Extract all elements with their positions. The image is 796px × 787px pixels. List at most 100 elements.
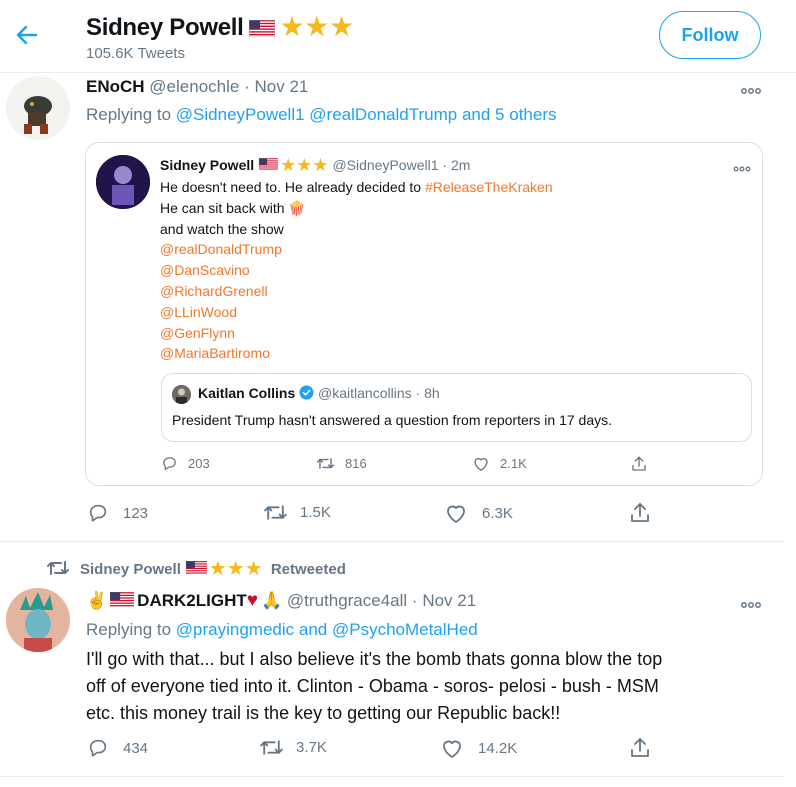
more-options-icon[interactable] bbox=[740, 82, 762, 94]
reply-icon bbox=[89, 504, 107, 522]
tweet1-handle[interactable]: @elenochle bbox=[149, 77, 239, 96]
star-icon: ★★★ bbox=[208, 558, 263, 580]
retweeter-name[interactable]: Sidney Powell bbox=[80, 561, 181, 578]
quoted-header: Sidney Powell ★★★ @SidneyPowell1 · 2m bbox=[160, 155, 470, 176]
inner-time[interactable]: 8h bbox=[424, 385, 440, 401]
tweet1-header: ENoCH @elenochle · Nov 21 bbox=[86, 77, 308, 97]
tweet2-text-line: I'll go with that... but I also believe … bbox=[86, 649, 663, 669]
quoted-retweets-count: 816 bbox=[345, 456, 367, 471]
avatar-sidney-powell[interactable] bbox=[96, 155, 150, 209]
avatar-enoch[interactable] bbox=[6, 76, 70, 140]
inner-sep: · bbox=[415, 385, 421, 401]
inner-tweet-text: President Trump hasn't answered a questi… bbox=[172, 412, 613, 428]
red-heart-icon: ♥ bbox=[246, 590, 259, 611]
quoted-reply-action[interactable]: 203 bbox=[161, 455, 210, 472]
more-options-icon[interactable] bbox=[740, 596, 762, 608]
header-divider bbox=[0, 72, 796, 73]
share-icon[interactable] bbox=[628, 501, 652, 530]
inner-author-name[interactable]: Kaitlan Collins bbox=[198, 385, 295, 401]
tweet2-text-line: etc. this money trail is the key to gett… bbox=[86, 703, 561, 723]
mention-link[interactable]: @realDonaldTrump bbox=[160, 239, 750, 260]
share-icon[interactable] bbox=[628, 736, 652, 765]
quoted-line2-text: He can sit back with bbox=[160, 199, 285, 216]
us-flag-icon bbox=[185, 561, 207, 575]
tweet-divider bbox=[0, 776, 784, 777]
tweet1-sep: · bbox=[244, 77, 250, 96]
profile-title: Sidney Powell ★★★ bbox=[86, 10, 354, 43]
retweet-icon bbox=[264, 505, 287, 520]
tweet2-author-name[interactable]: DARK2LIGHT bbox=[137, 591, 247, 610]
reply-icon bbox=[163, 457, 176, 471]
tweet2-retweet-action[interactable]: 3.7K bbox=[259, 737, 327, 758]
quoted-line3-text: and watch the show bbox=[160, 220, 284, 237]
us-flag-icon bbox=[259, 158, 279, 171]
quoted-more-options-icon[interactable] bbox=[733, 160, 751, 172]
tweet2-retweets-count: 3.7K bbox=[296, 739, 327, 756]
tweet2-date[interactable]: Nov 21 bbox=[422, 591, 476, 610]
mention-link[interactable]: @MariaBartiromo bbox=[160, 343, 750, 364]
mention-link[interactable]: @DanScavino bbox=[160, 260, 750, 281]
tweet2-handle[interactable]: @truthgrace4all bbox=[287, 591, 407, 610]
hashtag-link[interactable]: #ReleaseTheKraken bbox=[425, 179, 553, 195]
tweet1-retweet-action[interactable]: 1.5K bbox=[263, 502, 331, 523]
quoted-author-name[interactable]: Sidney Powell bbox=[160, 157, 254, 173]
inner-handle[interactable]: @kaitlancollins bbox=[318, 385, 412, 401]
tweet1-author-name[interactable]: ENoCH bbox=[86, 77, 145, 96]
popcorn-emoji: 🍿 bbox=[288, 199, 306, 216]
quoted-handle[interactable]: @SidneyPowell1 bbox=[332, 157, 438, 173]
tweet2-likes-count: 14.2K bbox=[478, 739, 518, 757]
star-icon: ★★★ bbox=[279, 11, 354, 42]
tweet2-text: I'll go with that... but I also believe … bbox=[86, 646, 746, 727]
replying-prefix: Replying to bbox=[86, 105, 172, 124]
tweet1-reply-action[interactable]: 123 bbox=[87, 502, 148, 524]
back-arrow-icon[interactable] bbox=[12, 20, 42, 50]
quoted-time[interactable]: 2m bbox=[451, 157, 470, 173]
us-flag-icon bbox=[249, 20, 276, 37]
mention-link[interactable]: @GenFlynn bbox=[160, 323, 750, 344]
quoted-line1-text: He doesn't need to. He already decided t… bbox=[160, 179, 422, 195]
heart-icon bbox=[474, 457, 488, 471]
retweet-icon bbox=[260, 740, 283, 755]
quoted-sep: · bbox=[442, 157, 448, 173]
verified-badge-icon bbox=[299, 385, 314, 400]
tweets-count: 105.6K Tweets bbox=[86, 45, 185, 62]
tweet2-sep: · bbox=[411, 591, 418, 610]
avatar-kaitlan-collins[interactable] bbox=[172, 385, 191, 404]
retweet-icon bbox=[47, 561, 69, 575]
profile-name: Sidney Powell bbox=[86, 14, 244, 41]
star-icon: ★★★ bbox=[280, 155, 329, 175]
reply-icon bbox=[89, 739, 107, 757]
tweet1-like-action[interactable]: 6.3K bbox=[444, 502, 513, 524]
quoted-retweet-action[interactable]: 816 bbox=[316, 455, 367, 472]
avatar-dark2light[interactable] bbox=[6, 588, 70, 652]
tweet1-likes-count: 6.3K bbox=[482, 504, 513, 522]
tweet1-retweets-count: 1.5K bbox=[300, 504, 331, 521]
quoted-like-action[interactable]: 2.1K bbox=[472, 455, 527, 472]
quoted-replies-count: 203 bbox=[188, 456, 210, 471]
retweeted-indicator: Sidney Powell ★★★ Retweeted bbox=[46, 556, 346, 581]
us-flag-icon bbox=[110, 592, 135, 608]
mention-link[interactable]: @LLinWood bbox=[160, 302, 750, 323]
tweet2-reply-action[interactable]: 434 bbox=[87, 737, 148, 759]
retweeted-label: Retweeted bbox=[270, 561, 346, 578]
tweet2-replies-count: 434 bbox=[123, 739, 149, 757]
heart-icon bbox=[447, 505, 465, 523]
mention-link[interactable]: @RichardGrenell bbox=[160, 281, 750, 302]
replying-to-link[interactable]: @SidneyPowell1 @realDonaldTrump and 5 ot… bbox=[176, 105, 557, 124]
tweet-divider bbox=[0, 541, 784, 542]
quoted-tweet-text: He doesn't need to. He already decided t… bbox=[160, 177, 750, 364]
quoted-likes-count: 2.1K bbox=[500, 456, 527, 471]
inner-quoted-tweet-card[interactable] bbox=[161, 373, 752, 442]
tweet2-replying-to: Replying to @prayingmedic and @PsychoMet… bbox=[86, 620, 478, 640]
replying-to-link[interactable]: @prayingmedic and @PsychoMetalHed bbox=[176, 620, 478, 639]
tweet2-like-action[interactable]: 14.2K bbox=[440, 737, 517, 759]
praying-hands-emoji: 🙏 bbox=[261, 591, 283, 610]
victory-hand-emoji: ✌️ bbox=[86, 591, 108, 610]
follow-button[interactable]: Follow bbox=[659, 11, 761, 59]
tweet2-text-line: off of everyone tied into it. Clinton - … bbox=[86, 676, 659, 696]
tweet2-header: ✌️ DARK2LIGHT♥ 🙏 @truthgrace4all · Nov 21 bbox=[86, 590, 476, 612]
tweet1-replying-to: Replying to @SidneyPowell1 @realDonaldTr… bbox=[86, 105, 557, 125]
share-icon[interactable] bbox=[630, 455, 648, 478]
tweet1-replies-count: 123 bbox=[123, 504, 149, 522]
tweet1-date[interactable]: Nov 21 bbox=[254, 77, 308, 96]
